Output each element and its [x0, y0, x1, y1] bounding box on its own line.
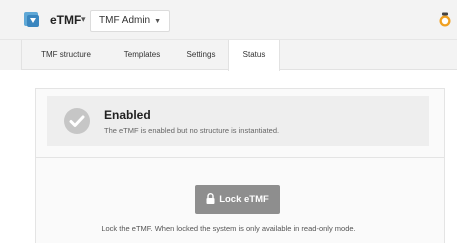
- tab-tmf-structure[interactable]: TMF structure: [22, 40, 110, 70]
- check-circle-icon: [64, 108, 90, 134]
- tab-bar-spacer: [0, 40, 22, 70]
- role-dropdown[interactable]: TMF Admin ▼: [90, 10, 171, 32]
- status-title: Enabled: [104, 108, 151, 122]
- tab-templates[interactable]: Templates: [110, 40, 174, 70]
- chevron-down-icon: ▼: [154, 18, 162, 25]
- lock-etmf-button[interactable]: Lock eTMF: [195, 185, 280, 214]
- panel-divider: [35, 157, 445, 158]
- app-name[interactable]: eTMF: [50, 13, 81, 27]
- tab-bar: TMF structure Templates Settings Status: [0, 40, 457, 71]
- app-menu-caret-icon[interactable]: ▾: [81, 14, 86, 25]
- user-avatar-icon[interactable]: [439, 12, 451, 28]
- top-bar: eTMF ▾ TMF Admin ▼: [0, 0, 457, 40]
- lock-help-text: Lock the eTMF. When locked the system is…: [101, 224, 356, 233]
- lock-button-label: Lock eTMF: [219, 194, 269, 205]
- etmf-app-icon[interactable]: [22, 9, 42, 29]
- status-description: The eTMF is enabled but no structure is …: [104, 126, 280, 135]
- role-label: TMF Admin: [99, 15, 151, 26]
- tab-settings[interactable]: Settings: [174, 40, 228, 70]
- lock-icon: [206, 193, 215, 204]
- tab-status[interactable]: Status: [228, 40, 280, 71]
